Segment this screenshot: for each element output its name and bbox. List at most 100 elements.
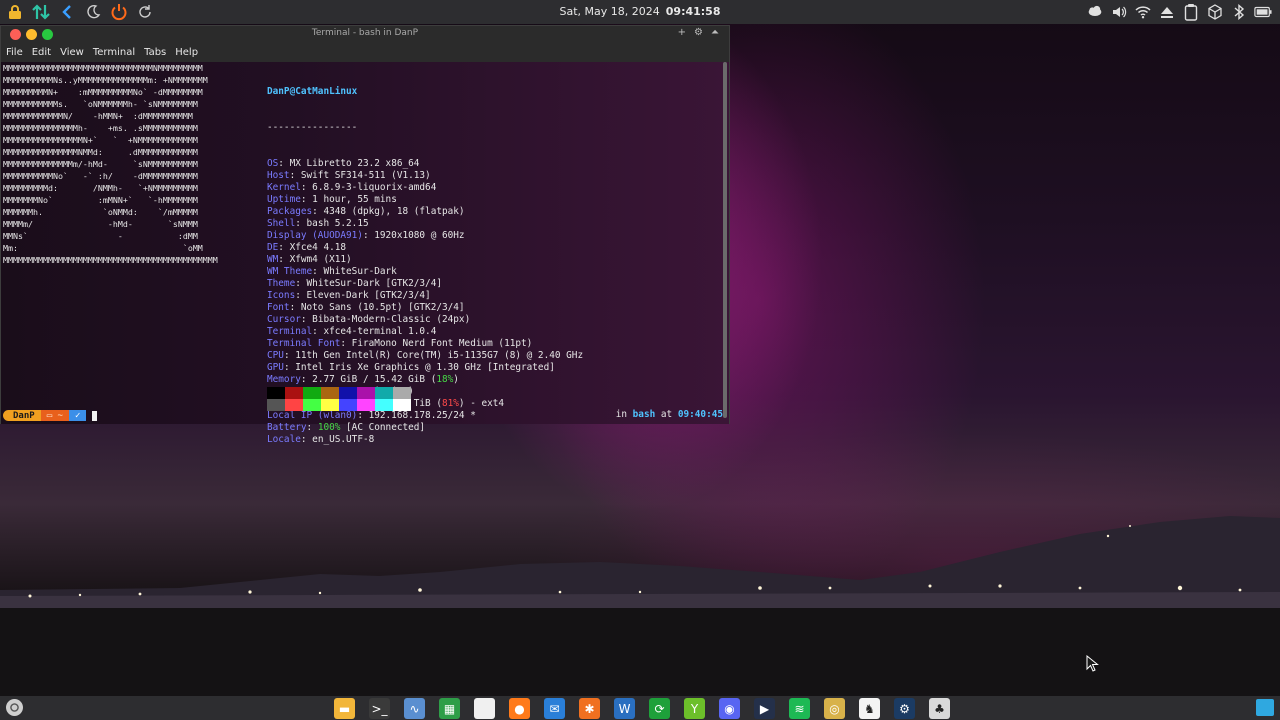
info-sep: : bbox=[289, 170, 301, 181]
info-sep: : bbox=[340, 338, 352, 349]
info-sep: : bbox=[295, 278, 307, 289]
info-value: 2.77 GiB / 15.42 GiB ( bbox=[312, 374, 437, 385]
prompt-dir: ▭ ~ bbox=[40, 410, 69, 421]
linux-app-icon[interactable]: ♣ bbox=[929, 698, 950, 719]
info-value: 1920x1080 @ 60Hz bbox=[374, 230, 465, 241]
info-sep: : bbox=[295, 290, 307, 301]
volume-icon[interactable] bbox=[1110, 3, 1128, 21]
info-value: 11th Gen Intel(R) Core(TM) i5-1135G7 (8)… bbox=[295, 350, 584, 361]
steam-app-icon[interactable]: ⚙ bbox=[894, 698, 915, 719]
info-value: ) - ext4 bbox=[458, 398, 505, 409]
info-sep: : bbox=[295, 218, 307, 229]
spreadsheet-app-icon[interactable]: ▦ bbox=[439, 698, 460, 719]
files-app-icon[interactable]: ▬ bbox=[334, 698, 355, 719]
gear-icon[interactable]: ⚙ bbox=[694, 27, 703, 38]
info-key: Icons bbox=[267, 290, 296, 301]
menu-terminal[interactable]: Terminal bbox=[93, 47, 135, 58]
info-value: WhiteSur-Dark [GTK2/3/4] bbox=[306, 278, 442, 289]
eject-icon[interactable] bbox=[1158, 3, 1176, 21]
system-monitor-app-icon[interactable]: ∿ bbox=[404, 698, 425, 719]
thunderbird-app-icon[interactable]: ✉ bbox=[544, 698, 565, 719]
weather-icon[interactable] bbox=[1086, 3, 1104, 21]
info-value: ) bbox=[453, 374, 459, 385]
shade-icon[interactable]: ⏶ bbox=[711, 27, 719, 38]
show-desktop-button[interactable] bbox=[1256, 699, 1274, 716]
info-key: Packages bbox=[267, 206, 313, 217]
info-line: Shell: bash 5.2.15 bbox=[267, 218, 583, 230]
terminal-window[interactable]: Terminal - bash in DanP + ⚙ ⏶ File Edit … bbox=[0, 25, 730, 445]
menu-tabs[interactable]: Tabs bbox=[144, 47, 166, 58]
wifi-icon[interactable] bbox=[1134, 3, 1152, 21]
info-sep: : bbox=[306, 422, 318, 433]
info-line-locale: Locale: en_US.UTF-8 bbox=[267, 434, 583, 446]
rprompt-at: at bbox=[660, 409, 673, 420]
info-key: Kernel bbox=[267, 182, 301, 193]
terminal-output[interactable]: MMMMMMMMMMMMMMMMMMMMMMMMMMMMMMNMMMMMMMMM… bbox=[1, 62, 729, 445]
info-value: Intel Iris Xe Graphics @ 1.30 GHz [Integ… bbox=[295, 362, 555, 373]
battery-icon[interactable] bbox=[1254, 3, 1272, 21]
text-cursor bbox=[92, 410, 98, 421]
info-key: WM Theme bbox=[267, 266, 313, 277]
terminal-titlebar[interactable]: Terminal - bash in DanP + ⚙ ⏶ bbox=[1, 26, 729, 44]
chevron-left-icon[interactable] bbox=[58, 3, 76, 21]
info-sep: : bbox=[278, 158, 290, 169]
info-key: DE bbox=[267, 242, 279, 253]
refresh-icon[interactable] bbox=[136, 3, 154, 21]
info-line: Packages: 4348 (dpkg), 18 (flatpak) bbox=[267, 206, 583, 218]
ascii-logo: MMMMMMMMMMMMMMMMMMMMMMMMMMMMMMNMMMMMMMMM… bbox=[3, 63, 218, 265]
puzzle-app-icon[interactable]: ✱ bbox=[579, 698, 600, 719]
palette-swatch bbox=[303, 399, 321, 411]
terminal-app-icon[interactable]: >_ bbox=[369, 698, 390, 719]
dock-launchers: ▬ >_ ∿ ▦ ● ✉ ✱ W ⟳ Y ◉ ▶ ≋ ◎ ♞ ⚙ ♣ bbox=[334, 698, 950, 719]
package-icon[interactable] bbox=[1206, 3, 1224, 21]
menu-help[interactable]: Help bbox=[175, 47, 198, 58]
download-app-icon[interactable]: Y bbox=[684, 698, 705, 719]
info-key: WM bbox=[267, 254, 279, 265]
lock-icon[interactable] bbox=[6, 3, 24, 21]
info-value: bash 5.2.15 bbox=[306, 218, 369, 229]
plus-icon[interactable]: + bbox=[678, 27, 686, 38]
info-value: [AC Connected] bbox=[340, 422, 426, 433]
info-line: Font: Noto Sans (10.5pt) [GTK2/3/4] bbox=[267, 302, 583, 314]
info-line-battery: Battery: 100% [AC Connected] bbox=[267, 422, 583, 434]
discord-app-icon[interactable]: ◉ bbox=[719, 698, 740, 719]
info-value: MX Libretto 23.2 x86_64 bbox=[289, 158, 420, 169]
system-tray bbox=[1086, 0, 1272, 24]
cat-app-icon[interactable]: ♞ bbox=[859, 698, 880, 719]
text-editor-app-icon[interactable] bbox=[474, 698, 495, 719]
menu-view[interactable]: View bbox=[60, 47, 84, 58]
firefox-app-icon[interactable]: ● bbox=[509, 698, 530, 719]
info-sep: : bbox=[289, 302, 301, 313]
palette-swatch bbox=[393, 399, 411, 411]
clipboard-icon[interactable] bbox=[1182, 3, 1200, 21]
menu-edit[interactable]: Edit bbox=[32, 47, 51, 58]
network-transfer-icon[interactable] bbox=[32, 3, 50, 21]
menu-file[interactable]: File bbox=[6, 47, 23, 58]
night-mode-icon[interactable] bbox=[84, 3, 102, 21]
memory-pct: 18% bbox=[436, 374, 454, 385]
info-sep: : bbox=[283, 350, 296, 361]
speaker-app-icon[interactable]: ◎ bbox=[824, 698, 845, 719]
clock[interactable]: Sat, May 18, 2024 09:41:58 bbox=[540, 0, 740, 24]
info-key: CPU bbox=[267, 350, 284, 361]
info-key: Host bbox=[267, 170, 290, 181]
whisker-menu-button[interactable] bbox=[6, 699, 23, 716]
spotify-app-icon[interactable]: ≋ bbox=[789, 698, 810, 719]
disk-pct: 81% bbox=[441, 398, 459, 409]
bluetooth-icon[interactable] bbox=[1230, 3, 1248, 21]
video-player-app-icon[interactable]: ▶ bbox=[754, 698, 775, 719]
info-value: Xfwm4 (X11) bbox=[289, 254, 352, 265]
update-app-icon[interactable]: ⟳ bbox=[649, 698, 670, 719]
scrollbar[interactable] bbox=[723, 62, 727, 418]
info-sep: : bbox=[312, 206, 324, 217]
writer-app-icon[interactable]: W bbox=[614, 698, 635, 719]
palette-swatch bbox=[303, 387, 321, 399]
prompt-status: ✓ bbox=[68, 410, 87, 421]
palette-swatch bbox=[375, 387, 393, 399]
info-line: Kernel: 6.8.9-3-liquorix-amd64 bbox=[267, 182, 583, 194]
info-line: Terminal Font: FiraMono Nerd Font Medium… bbox=[267, 338, 583, 350]
power-icon[interactable] bbox=[110, 3, 128, 21]
info-sep: : bbox=[312, 266, 324, 277]
info-line: WM Theme: WhiteSur-Dark bbox=[267, 266, 583, 278]
rprompt-time: 09:40:45 bbox=[677, 409, 723, 420]
